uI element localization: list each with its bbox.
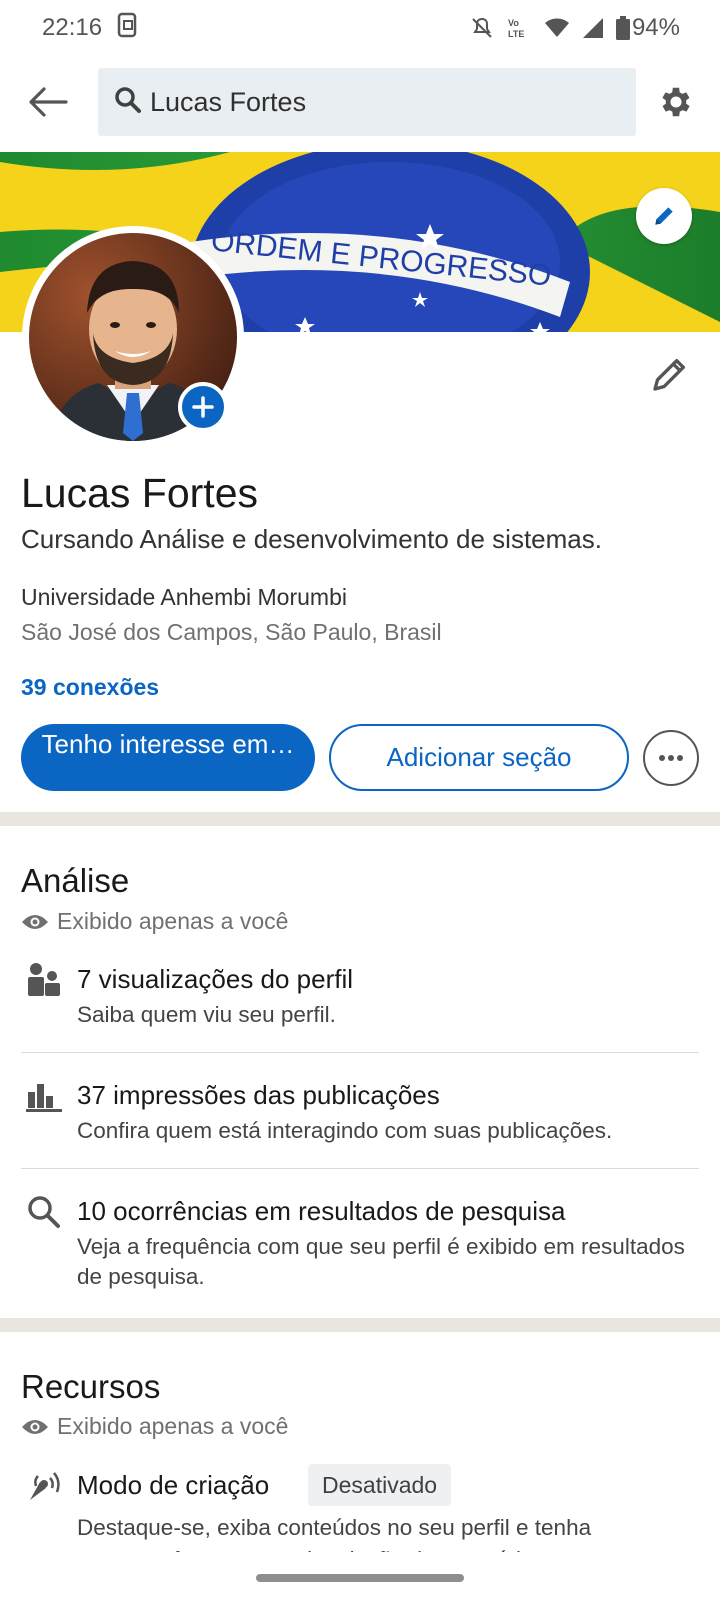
- profile-views-desc: Saiba quem viu seu perfil.: [77, 1002, 336, 1027]
- pencil-icon: [653, 359, 685, 391]
- profile-views-link[interactable]: 7 visualizações do perfil: [77, 964, 353, 995]
- battery-icon: [615, 16, 630, 40]
- back-button[interactable]: [24, 78, 72, 126]
- gesture-nav-handle[interactable]: [256, 1574, 464, 1582]
- status-time: 22:16: [42, 14, 103, 41]
- eye-icon: [22, 1419, 48, 1434]
- eye-icon: [22, 914, 48, 929]
- more-actions-button[interactable]: [643, 730, 699, 786]
- section-divider: [0, 1318, 720, 1332]
- add-photo-button[interactable]: [178, 382, 228, 432]
- profile-headline: Cursando Análise e desenvolvimento de si…: [21, 524, 602, 554]
- battery-level: 94%: [631, 14, 680, 41]
- search-icon: [24, 1192, 64, 1232]
- search-appearances-desc: Veja a frequência com que seu perfil é e…: [77, 1234, 685, 1289]
- resources-visibility-text: Exibido apenas a você: [57, 1413, 289, 1439]
- add-section-button[interactable]: Adicionar seção: [329, 724, 629, 791]
- mute-icon: [470, 16, 494, 40]
- edit-banner-button[interactable]: [636, 188, 692, 244]
- analysis-visibility: Exibido apenas a você: [21, 908, 288, 935]
- gear-icon: [662, 87, 690, 117]
- edit-profile-button[interactable]: [648, 352, 692, 396]
- status-bar: 22:16 Vo LTE 94%: [0, 0, 720, 56]
- creator-desc-line-1: Destaque-se, exiba conteúdos no seu perf…: [77, 1515, 592, 1540]
- search-icon: [114, 86, 142, 119]
- row-divider: [21, 1052, 699, 1053]
- profile-name: Lucas Fortes: [21, 470, 258, 516]
- post-impressions-link[interactable]: 37 impressões das publicações: [77, 1080, 440, 1111]
- creator-mode-desc: Destaque-se, exiba conteúdos no seu perf…: [77, 1512, 702, 1552]
- more-horizontal-icon: [659, 755, 683, 761]
- wifi-icon: [544, 17, 570, 39]
- top-bar: Lucas Fortes: [0, 60, 720, 148]
- analysis-visibility-text: Exibido apenas a você: [57, 908, 289, 934]
- arrow-left-icon: [29, 87, 68, 117]
- resources-visibility: Exibido apenas a você: [21, 1413, 288, 1440]
- volte-icon: Vo LTE: [506, 16, 532, 40]
- signal-icon: [582, 17, 604, 39]
- status-badge: Desativado: [308, 1464, 452, 1506]
- profile-location: São José dos Campos, São Paulo, Brasil: [21, 619, 442, 645]
- analysis-title: Análise: [21, 862, 130, 899]
- settings-button[interactable]: [654, 80, 698, 124]
- connections-link[interactable]: 39 conexões: [21, 674, 159, 701]
- section-divider: [0, 812, 720, 826]
- broadcast-icon: [24, 1466, 64, 1506]
- people-icon: [24, 960, 64, 1000]
- pencil-icon: [655, 207, 673, 225]
- svg-text:Vo: Vo: [508, 18, 519, 28]
- plus-icon: [192, 396, 214, 418]
- svg-text:LTE: LTE: [508, 29, 524, 39]
- search-input[interactable]: Lucas Fortes: [98, 68, 636, 136]
- profile-school[interactable]: Universidade Anhembi Morumbi: [21, 584, 347, 611]
- resources-title: Recursos: [21, 1368, 161, 1405]
- creator-mode-link[interactable]: Modo de criação: [77, 1470, 269, 1501]
- post-impressions-desc: Confira quem está interagindo com suas p…: [77, 1118, 613, 1143]
- open-to-button[interactable]: Tenho interesse em…: [21, 724, 315, 791]
- bar-chart-icon: [24, 1076, 64, 1116]
- screenshot-notification-icon: [116, 12, 138, 45]
- creator-desc-line-2: acesso a ferramentas de criação de conte…: [77, 1544, 702, 1552]
- row-divider: [21, 1168, 699, 1169]
- search-value: Lucas Fortes: [150, 86, 307, 117]
- search-appearances-link[interactable]: 10 ocorrências em resultados de pesquisa: [77, 1196, 566, 1227]
